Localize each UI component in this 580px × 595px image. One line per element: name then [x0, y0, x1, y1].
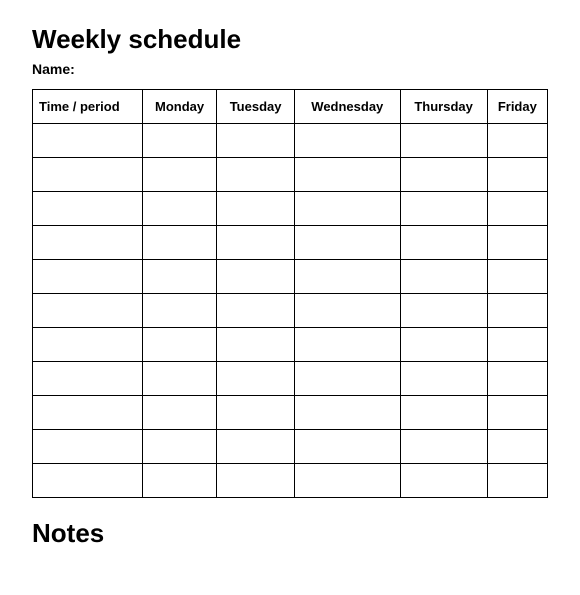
table-cell[interactable] [295, 158, 401, 192]
table-row[interactable] [33, 158, 548, 192]
table-cell[interactable] [295, 192, 401, 226]
col-header-friday: Friday [487, 90, 547, 124]
table-cell[interactable] [295, 124, 401, 158]
table-cell[interactable] [217, 192, 295, 226]
table-cell[interactable] [143, 396, 217, 430]
table-cell[interactable] [295, 464, 401, 498]
table-cell[interactable] [400, 158, 487, 192]
table-cell[interactable] [143, 294, 217, 328]
table-cell[interactable] [143, 362, 217, 396]
page-title: Weekly schedule [32, 24, 548, 55]
table-header-row: Time / period Monday Tuesday Wednesday T… [33, 90, 548, 124]
table-cell[interactable] [143, 226, 217, 260]
table-cell[interactable] [217, 396, 295, 430]
table-cell[interactable] [487, 328, 547, 362]
table-cell[interactable] [217, 464, 295, 498]
table-cell[interactable] [217, 226, 295, 260]
table-cell[interactable] [487, 226, 547, 260]
table-cell[interactable] [33, 226, 143, 260]
name-label: Name: [32, 61, 548, 77]
table-cell[interactable] [217, 328, 295, 362]
table-cell[interactable] [143, 328, 217, 362]
table-cell[interactable] [33, 464, 143, 498]
col-header-monday: Monday [143, 90, 217, 124]
col-header-wednesday: Wednesday [295, 90, 401, 124]
table-row[interactable] [33, 328, 548, 362]
table-cell[interactable] [400, 260, 487, 294]
table-cell[interactable] [400, 226, 487, 260]
table-row[interactable] [33, 396, 548, 430]
table-cell[interactable] [400, 362, 487, 396]
col-header-time: Time / period [33, 90, 143, 124]
table-cell[interactable] [33, 192, 143, 226]
table-row[interactable] [33, 192, 548, 226]
table-cell[interactable] [487, 430, 547, 464]
table-cell[interactable] [33, 260, 143, 294]
table-cell[interactable] [33, 328, 143, 362]
table-cell[interactable] [400, 294, 487, 328]
table-cell[interactable] [217, 158, 295, 192]
table-cell[interactable] [487, 192, 547, 226]
table-cell[interactable] [400, 124, 487, 158]
table-row[interactable] [33, 430, 548, 464]
table-cell[interactable] [143, 430, 217, 464]
table-cell[interactable] [487, 362, 547, 396]
table-cell[interactable] [33, 158, 143, 192]
table-cell[interactable] [33, 294, 143, 328]
table-row[interactable] [33, 124, 548, 158]
table-cell[interactable] [217, 260, 295, 294]
table-cell[interactable] [487, 260, 547, 294]
table-cell[interactable] [487, 158, 547, 192]
table-cell[interactable] [400, 328, 487, 362]
table-cell[interactable] [487, 464, 547, 498]
table-cell[interactable] [487, 396, 547, 430]
schedule-table: Time / period Monday Tuesday Wednesday T… [32, 89, 548, 498]
table-cell[interactable] [400, 464, 487, 498]
table-cell[interactable] [295, 430, 401, 464]
table-cell[interactable] [487, 124, 547, 158]
table-cell[interactable] [295, 294, 401, 328]
table-cell[interactable] [295, 260, 401, 294]
table-cell[interactable] [33, 430, 143, 464]
table-row[interactable] [33, 464, 548, 498]
table-cell[interactable] [295, 226, 401, 260]
table-cell[interactable] [33, 362, 143, 396]
table-cell[interactable] [33, 396, 143, 430]
table-cell[interactable] [143, 260, 217, 294]
notes-title: Notes [32, 518, 548, 549]
table-cell[interactable] [400, 430, 487, 464]
col-header-tuesday: Tuesday [217, 90, 295, 124]
table-row[interactable] [33, 260, 548, 294]
table-cell[interactable] [295, 328, 401, 362]
table-row[interactable] [33, 294, 548, 328]
table-cell[interactable] [487, 294, 547, 328]
table-cell[interactable] [217, 430, 295, 464]
table-cell[interactable] [217, 362, 295, 396]
table-cell[interactable] [217, 124, 295, 158]
table-cell[interactable] [217, 294, 295, 328]
table-cell[interactable] [400, 396, 487, 430]
table-row[interactable] [33, 362, 548, 396]
table-cell[interactable] [400, 192, 487, 226]
table-cell[interactable] [143, 192, 217, 226]
table-cell[interactable] [295, 362, 401, 396]
table-cell[interactable] [143, 464, 217, 498]
table-cell[interactable] [33, 124, 143, 158]
table-row[interactable] [33, 226, 548, 260]
table-cell[interactable] [295, 396, 401, 430]
col-header-thursday: Thursday [400, 90, 487, 124]
table-cell[interactable] [143, 124, 217, 158]
table-cell[interactable] [143, 158, 217, 192]
